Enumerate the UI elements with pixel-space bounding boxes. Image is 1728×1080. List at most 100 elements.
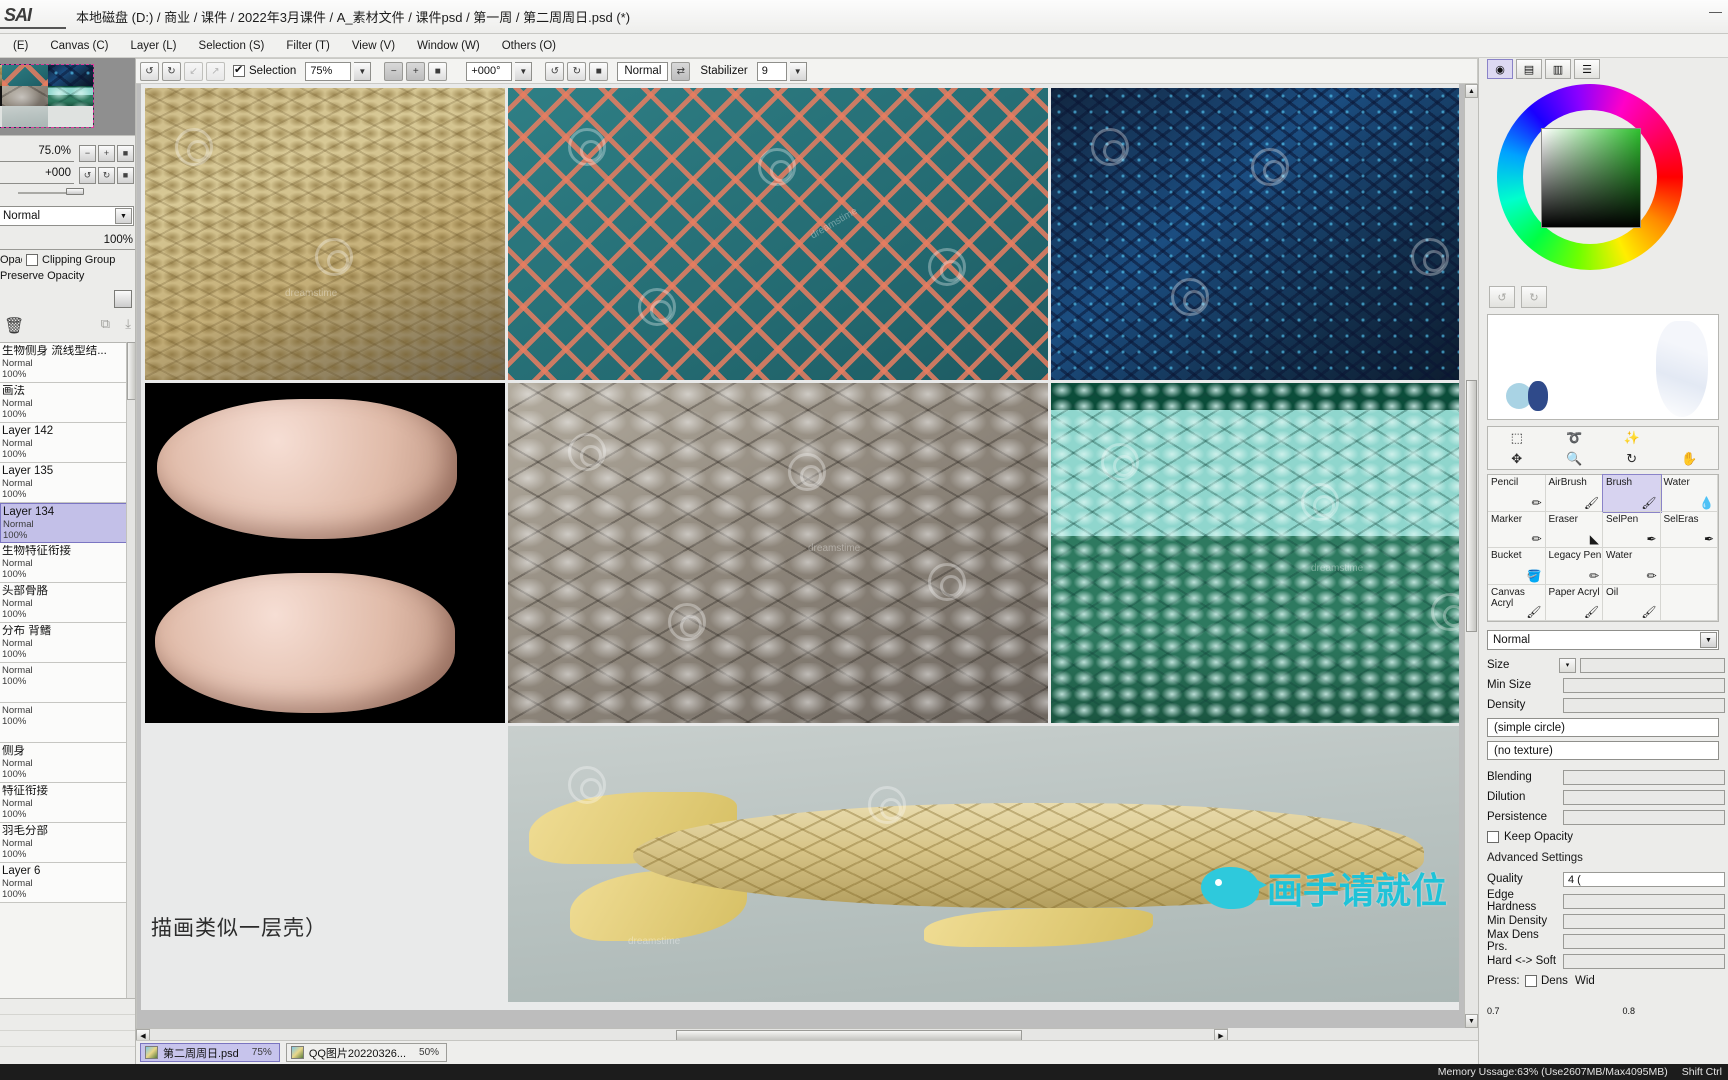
- menu-item-selection[interactable]: Selection (S): [188, 38, 276, 54]
- press-row[interactable]: Press: Dens Wid: [1487, 972, 1725, 990]
- brush-tool-water[interactable]: Water ✏: [1603, 548, 1661, 585]
- new-layer-button[interactable]: [114, 290, 132, 308]
- rotate-ccw-button[interactable]: ↺: [545, 61, 565, 81]
- rotate-field[interactable]: +000°: [466, 61, 513, 81]
- rotate-reset-button[interactable]: ■: [589, 61, 609, 81]
- param-slider[interactable]: [1580, 657, 1725, 673]
- trash-icon[interactable]: 🗑: [4, 316, 24, 336]
- menu-item-file[interactable]: (E): [2, 38, 39, 54]
- param-slider[interactable]: [1563, 913, 1725, 929]
- brush-tool-oil[interactable]: Oil 🖌: [1603, 584, 1661, 621]
- keep-opacity-row[interactable]: Keep Opacity: [1487, 828, 1725, 846]
- layer-item[interactable]: 画法 Normal 100%: [0, 383, 135, 423]
- color-wheel-tab[interactable]: ◉: [1487, 59, 1513, 79]
- minimize-button[interactable]: —: [1709, 4, 1722, 19]
- document-tab[interactable]: QQ图片20220326... 50%: [285, 1043, 448, 1062]
- rotate-dropdown-icon[interactable]: ▼: [515, 61, 533, 81]
- param-slider[interactable]: [1563, 809, 1725, 825]
- vscroll-thumb[interactable]: [1466, 380, 1477, 632]
- brush-texture-select[interactable]: (no texture): [1487, 741, 1719, 760]
- layer-scroll-thumb[interactable]: [127, 342, 135, 400]
- zoom-out-button[interactable]: −: [384, 61, 404, 81]
- canvas-area[interactable]: dreamstime dreamstime dreamstime dreamst…: [136, 84, 1478, 1028]
- brush-tool-selpen[interactable]: SelPen ✒: [1603, 511, 1661, 548]
- stabilizer-field[interactable]: 9: [756, 61, 787, 81]
- layer-mode-combo[interactable]: Normal ▼: [0, 206, 134, 226]
- param-slider[interactable]: [1563, 933, 1725, 949]
- param-slider[interactable]: [1563, 789, 1725, 805]
- nav-back-button[interactable]: ↙: [184, 61, 203, 81]
- menu-item-others[interactable]: Others (O): [491, 38, 567, 54]
- color-redo-button[interactable]: ↻: [1521, 286, 1547, 308]
- param-blending[interactable]: Blending: [1487, 768, 1725, 786]
- gradient-tab[interactable]: ▤: [1516, 59, 1542, 79]
- layer-item[interactable]: 生物特征衔接 Normal 100%: [0, 543, 135, 583]
- layer-item[interactable]: 侧身 Normal 100%: [0, 743, 135, 783]
- clipping-checkbox[interactable]: [26, 254, 38, 266]
- rotate-cw-button[interactable]: ↻: [567, 61, 587, 81]
- param-max-dens-prs[interactable]: Max Dens Prs.: [1487, 929, 1725, 953]
- nav-rot-reset-icon[interactable]: ■: [117, 166, 134, 184]
- param-density[interactable]: Density: [1487, 696, 1725, 714]
- param-slider[interactable]: [1563, 769, 1725, 785]
- nav-rotate-row[interactable]: +000 ↺ ↻ ■: [0, 164, 135, 186]
- param-min-size[interactable]: Min Size: [1487, 676, 1725, 694]
- rotate-icon[interactable]: ↻: [1603, 448, 1661, 469]
- slider-knob[interactable]: [66, 188, 84, 195]
- canvas-document[interactable]: dreamstime dreamstime dreamstime dreamst…: [141, 84, 1459, 1010]
- brush-tool-seleras[interactable]: SelEras ✒: [1660, 511, 1718, 548]
- chevron-down-icon[interactable]: ▼: [115, 208, 132, 224]
- brush-tool-empty[interactable]: [1660, 584, 1718, 621]
- document-tab[interactable]: 第二周周日.psd 75%: [140, 1043, 280, 1062]
- stabilizer-dropdown-icon[interactable]: ▼: [789, 61, 807, 81]
- merge-layer-icon[interactable]: ⤓: [125, 316, 131, 332]
- param-quality[interactable]: Quality 4 (: [1487, 870, 1725, 888]
- layer-list[interactable]: 生物侧身 流线型结... Normal 100% 画法 Normal 100% Layer …: [0, 342, 135, 998]
- layer-item[interactable]: 分布 背鳍 Normal 100%: [0, 623, 135, 663]
- layer-item[interactable]: Layer 134 Normal 100%: [0, 503, 135, 543]
- brush-tool-marker[interactable]: Marker ✏: [1488, 511, 1546, 548]
- clipping-group-row[interactable]: Opacity Clipping Group: [0, 254, 135, 266]
- press-dens-checkbox[interactable]: [1525, 975, 1537, 987]
- brush-tool-canvas-acryl[interactable]: Canvas Acryl 🖌: [1488, 584, 1546, 621]
- menu-item-window[interactable]: Window (W): [406, 38, 491, 54]
- layer-item[interactable]: Normal 100%: [0, 663, 135, 703]
- layer-item[interactable]: 羽毛分部 Normal 100%: [0, 823, 135, 863]
- magic-wand-icon[interactable]: ✨: [1603, 427, 1661, 448]
- param-size[interactable]: Size ▾: [1487, 656, 1725, 674]
- param-edge-hardness[interactable]: Edge Hardness: [1487, 889, 1725, 913]
- param-hard-soft[interactable]: Hard <-> Soft: [1487, 952, 1725, 970]
- color-square-picker[interactable]: [1541, 128, 1641, 228]
- menu-item-view[interactable]: View (V): [341, 38, 406, 54]
- color-undo-button[interactable]: ↺: [1489, 286, 1515, 308]
- mirror-mode-box[interactable]: Normal: [617, 61, 669, 81]
- layer-list-scrollbar[interactable]: [126, 342, 135, 998]
- scroll-up-icon[interactable]: ▲: [1465, 84, 1478, 98]
- zoom-icon[interactable]: 🔍: [1546, 448, 1604, 469]
- param-min-density[interactable]: Min Density: [1487, 912, 1725, 930]
- scroll-down-icon[interactable]: ▼: [1465, 1014, 1478, 1028]
- brush-tool-pencil[interactable]: Pencil ✏: [1488, 475, 1546, 512]
- param-slider[interactable]: [1563, 953, 1725, 969]
- brush-blend-mode[interactable]: Normal ▼: [1487, 630, 1719, 650]
- selection-toggle[interactable]: Selection: [233, 63, 296, 77]
- layer-item[interactable]: Layer 142 Normal 100%: [0, 423, 135, 463]
- menu-item-layer[interactable]: Layer (L): [120, 38, 188, 54]
- brush-tool-airbrush[interactable]: AirBrush 🖌: [1545, 475, 1603, 512]
- zoom-in-button[interactable]: +: [406, 61, 426, 81]
- navigator-slider[interactable]: [4, 186, 132, 200]
- layer-item[interactable]: 生物侧身 流线型结... Normal 100%: [0, 343, 135, 383]
- swatches-tab[interactable]: ☰: [1574, 59, 1600, 79]
- brush-tool-water[interactable]: Water 💧: [1660, 475, 1718, 512]
- brush-tool-empty[interactable]: [1660, 548, 1718, 585]
- brush-tool-brush[interactable]: Brush 🖌: [1602, 474, 1662, 513]
- advanced-settings-label[interactable]: Advanced Settings: [1487, 852, 1583, 864]
- menu-item-filter[interactable]: Filter (T): [275, 38, 340, 54]
- navigator-preview[interactable]: [0, 58, 135, 136]
- hand-icon[interactable]: ✋: [1661, 448, 1719, 469]
- duplicate-layer-icon[interactable]: ⧉: [101, 316, 110, 332]
- selection-checkbox[interactable]: [233, 63, 245, 77]
- brush-tool-grid[interactable]: Pencil ✏ AirBrush 🖌 Brush 🖌 Water 💧 Marker ✏ Erase…: [1487, 474, 1719, 622]
- zoom-dropdown-icon[interactable]: ▼: [354, 61, 372, 81]
- lasso-icon[interactable]: ➰: [1546, 427, 1604, 448]
